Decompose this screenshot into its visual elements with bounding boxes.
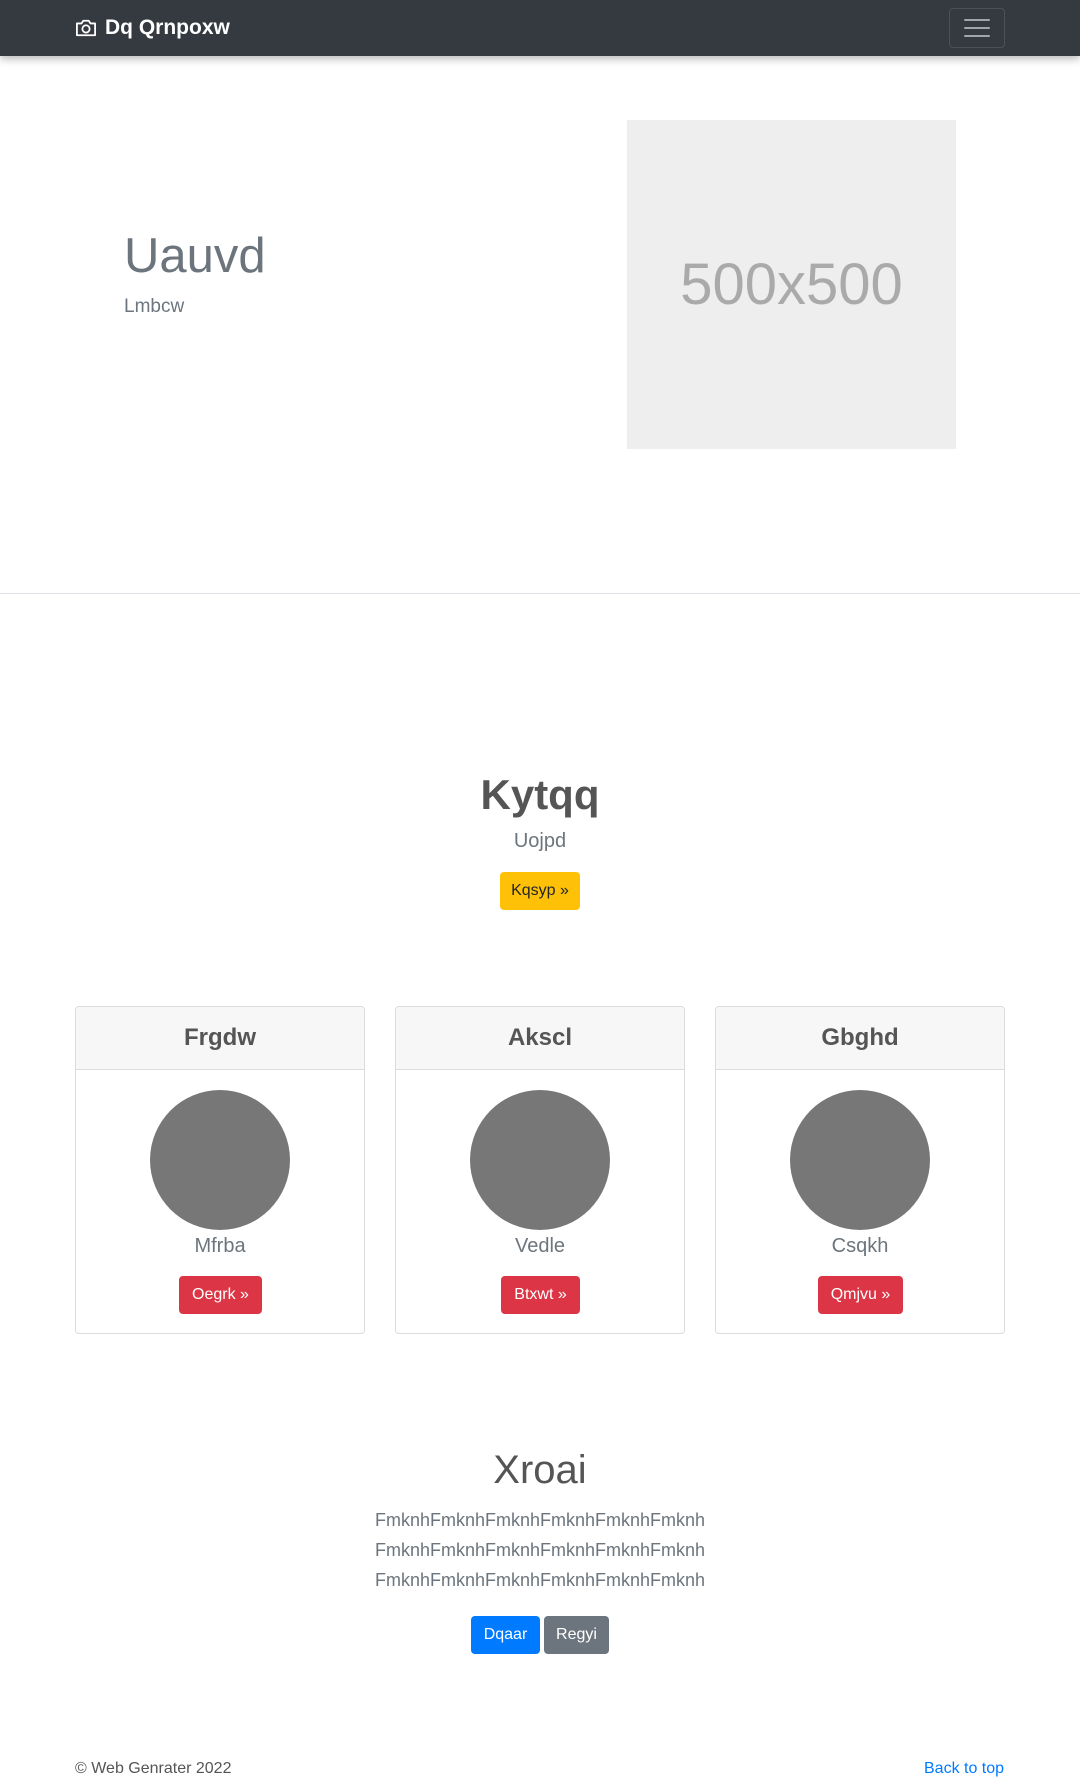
avatar xyxy=(150,1090,290,1230)
card-1-button[interactable]: Oegrk » xyxy=(179,1276,262,1314)
avatar xyxy=(470,1090,610,1230)
card-2-button[interactable]: Btxwt » xyxy=(501,1276,580,1314)
featurette-title: Xroai xyxy=(493,1448,587,1492)
footer-copyright: © Web Genrater 2022 xyxy=(75,1760,232,1777)
hero-section: Uauvd Lmbcw 500x500 xyxy=(0,56,1080,594)
featurette-text: FmknhFmknhFmknhFmknhFmknhFmknh FmknhFmkn… xyxy=(0,1505,1080,1595)
hero-title: Uauvd xyxy=(124,229,266,283)
secondary-button[interactable]: Regyi xyxy=(544,1616,609,1654)
cta-button[interactable]: Kqsyp » xyxy=(500,872,580,910)
card-3: Gbghd Csqkh Qmjvu » xyxy=(715,1006,1005,1334)
navbar-toggle-button[interactable] xyxy=(949,8,1005,48)
avatar xyxy=(790,1090,930,1230)
primary-button[interactable]: Dqaar xyxy=(471,1616,540,1654)
card-text: Mfrba xyxy=(194,1235,246,1257)
brand-name: Dq Qrnpoxw xyxy=(105,16,230,39)
hero-subtitle: Lmbcw xyxy=(124,296,185,317)
cta-title: Kytqq xyxy=(480,771,600,818)
back-to-top-link[interactable]: Back to top xyxy=(924,1760,1004,1778)
card-text: Vedle xyxy=(514,1235,566,1257)
card-title: Akscl xyxy=(396,1007,684,1070)
navbar: Dq Qrnpoxw xyxy=(0,0,1080,56)
menu-icon xyxy=(964,19,990,37)
card-title: Gbghd xyxy=(716,1007,1004,1070)
card-text: Csqkh xyxy=(831,1235,889,1257)
card-title: Frgdw xyxy=(76,1007,364,1070)
card-3-button[interactable]: Qmjvu » xyxy=(818,1276,903,1314)
brand-link[interactable]: Dq Qrnpoxw xyxy=(75,14,230,42)
placeholder-label: 500x500 xyxy=(680,252,903,317)
card-2: Akscl Vedle Btxwt » xyxy=(395,1006,685,1334)
cta-subtitle: Uojpd xyxy=(513,830,567,852)
featurette-line: FmknhFmknhFmknhFmknhFmknhFmknh xyxy=(374,1510,706,1530)
hero-placeholder-image: 500x500 xyxy=(627,120,956,449)
featurette-line: FmknhFmknhFmknhFmknhFmknhFmknh xyxy=(374,1540,706,1560)
card-1: Frgdw Mfrba Oegrk » xyxy=(75,1006,365,1334)
camera-icon xyxy=(75,18,97,38)
featurette-line: FmknhFmknhFmknhFmknhFmknhFmknh xyxy=(374,1570,706,1590)
